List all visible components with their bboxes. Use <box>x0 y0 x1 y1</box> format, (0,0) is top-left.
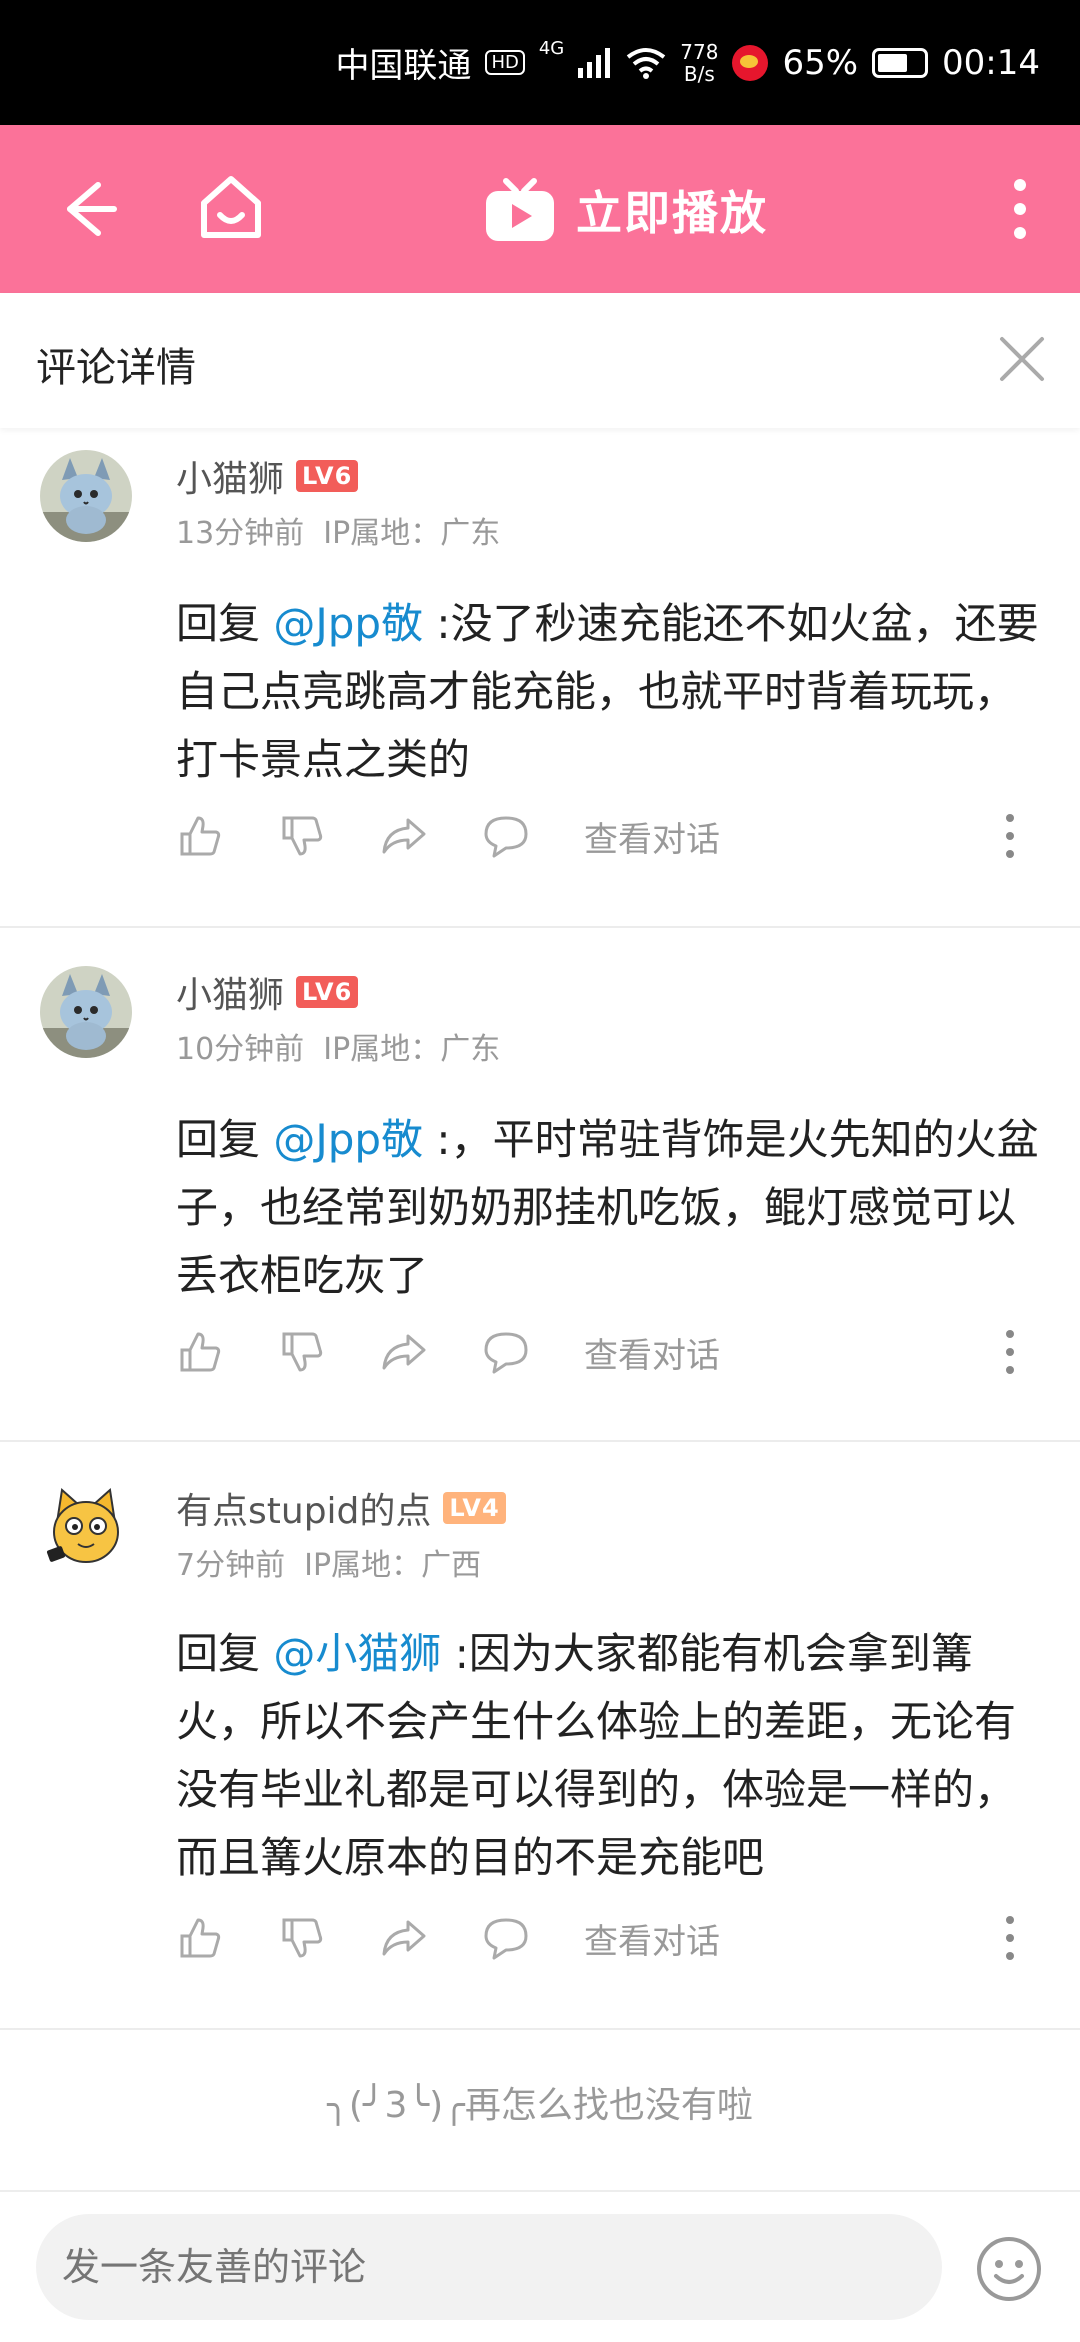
page-title: 评论详情 <box>36 345 196 391</box>
reply-icon[interactable] <box>482 812 530 860</box>
network-type: 4G <box>538 38 565 59</box>
comment-item: 小猫狮 LV6 13分钟前 IP属地：广东 回复 @Jpp敬 :没了秒速充能还不… <box>0 430 1080 928</box>
comment-input[interactable] <box>36 2214 942 2320</box>
level-badge: LV4 <box>443 1492 506 1524</box>
wifi-icon <box>627 47 666 79</box>
end-of-list-text: ╮(╯3╰)╭再怎么找也没有啦 <box>327 2085 753 2126</box>
network-speed: 778 B/s <box>680 39 719 86</box>
level-badge: LV6 <box>296 460 359 492</box>
share-icon[interactable] <box>380 1328 428 1376</box>
comment-time: 13分钟前 <box>176 516 305 551</box>
avatar[interactable] <box>40 966 132 1058</box>
username: 小猫狮 <box>176 975 285 1016</box>
reply-icon[interactable] <box>482 1328 530 1376</box>
comment-time: 10分钟前 <box>176 1032 305 1067</box>
level-badge: LV6 <box>296 976 359 1008</box>
app-bar: 立即播放 <box>0 125 1080 293</box>
mention-link[interactable]: @Jpp敬 <box>273 599 423 648</box>
like-icon[interactable] <box>176 1328 224 1376</box>
share-icon[interactable] <box>380 812 428 860</box>
comment-meta: 7分钟前 IP属地：广西 <box>176 1540 481 1584</box>
play-now-label: 立即播放 <box>576 186 768 240</box>
comment-meta: 13分钟前 IP属地：广东 <box>176 508 500 552</box>
view-conversation-link[interactable]: 查看对话 <box>584 812 720 861</box>
more-options-icon[interactable] <box>998 810 1022 862</box>
like-icon[interactable] <box>176 812 224 860</box>
comment-text: 回复 @小猫狮 :因为大家都能有机会拿到篝火，所以不会产生什么体验上的差距，无论… <box>176 1629 1017 1882</box>
view-conversation-link[interactable]: 查看对话 <box>584 1914 720 1963</box>
ip-location: IP属地：广东 <box>323 1032 501 1067</box>
comment-input-bar <box>0 2190 1080 2342</box>
mention-link[interactable]: @小猫狮 <box>273 1629 441 1678</box>
home-icon[interactable] <box>190 165 272 247</box>
comment-detail-header: 评论详情 <box>0 293 1080 428</box>
comment-actions: 查看对话 <box>176 1908 1040 1968</box>
close-icon[interactable] <box>994 331 1050 387</box>
comment-text: 回复 @Jpp敬 :，平时常驻背饰是火先知的火盆子，也经常到奶奶那挂机吃饭，鲲灯… <box>176 1115 1039 1300</box>
username: 有点stupid的点 <box>176 1491 432 1532</box>
comment-time: 7分钟前 <box>176 1548 286 1583</box>
emoji-icon[interactable] <box>976 2236 1042 2302</box>
share-icon[interactable] <box>380 1914 428 1962</box>
comment-item: 小猫狮 LV6 10分钟前 IP属地：广东 回复 @Jpp敬 :，平时常驻背饰是… <box>0 946 1080 1442</box>
play-now-button[interactable]: 立即播放 <box>484 177 768 243</box>
hd-badge: HD <box>485 50 525 75</box>
view-conversation-link[interactable]: 查看对话 <box>584 1328 720 1377</box>
signal-icon <box>578 47 611 78</box>
reply-icon[interactable] <box>482 1914 530 1962</box>
weibo-icon <box>732 44 769 81</box>
more-options-icon[interactable] <box>998 1912 1022 1964</box>
clock: 00:14 <box>942 42 1040 83</box>
tv-play-icon <box>486 178 554 241</box>
username-row[interactable]: 有点stupid的点 LV4 <box>176 1482 506 1534</box>
username-row[interactable]: 小猫狮 LV6 <box>176 450 359 502</box>
ip-location: IP属地：广东 <box>323 516 501 551</box>
comment-item: 有点stupid的点 LV4 7分钟前 IP属地：广西 回复 @小猫狮 :因为大… <box>0 1462 1080 2030</box>
comment-actions: 查看对话 <box>176 806 1040 866</box>
carrier-name: 中国联通 <box>335 46 472 86</box>
avatar[interactable] <box>40 1482 132 1574</box>
battery-fill <box>878 53 908 72</box>
dislike-icon[interactable] <box>278 1914 326 1962</box>
username-row[interactable]: 小猫狮 LV6 <box>176 966 359 1018</box>
comment-text: 回复 @Jpp敬 :没了秒速充能还不如火盆，还要自己点亮跳高才能充能，也就平时背… <box>176 599 1039 784</box>
dislike-icon[interactable] <box>278 812 326 860</box>
more-options-icon[interactable] <box>998 1326 1022 1378</box>
comment-actions: 查看对话 <box>176 1322 1040 1382</box>
battery-percent: 65% <box>782 42 859 83</box>
mention-link[interactable]: @Jpp敬 <box>273 1115 423 1164</box>
like-icon[interactable] <box>176 1914 224 1962</box>
ip-location: IP属地：广西 <box>304 1548 482 1583</box>
dislike-icon[interactable] <box>278 1328 326 1376</box>
comment-meta: 10分钟前 IP属地：广东 <box>176 1024 500 1068</box>
battery-icon <box>872 47 929 78</box>
more-vertical-icon[interactable] <box>990 173 1050 245</box>
back-arrow-icon[interactable] <box>48 169 128 249</box>
status-bar: 中国联通 HD 4G 778 B/s 65% 00:14 <box>0 0 1080 125</box>
username: 小猫狮 <box>176 459 285 500</box>
avatar[interactable] <box>40 450 132 542</box>
